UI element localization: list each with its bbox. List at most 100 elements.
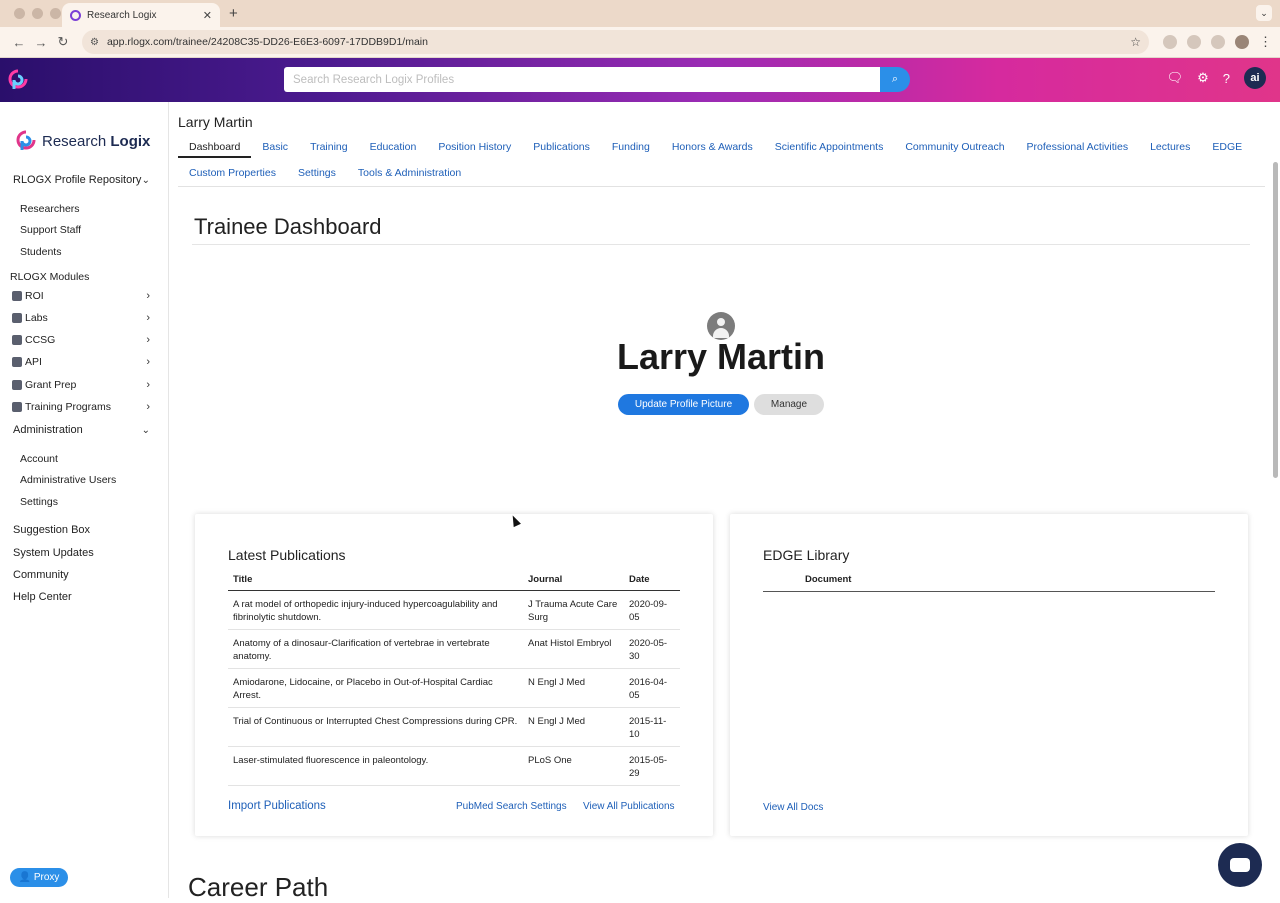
gear-icon[interactable]: ⚙ [1197, 70, 1209, 86]
sidebar-item-suggestion-box[interactable]: Suggestion Box [13, 524, 90, 536]
cube-icon [12, 335, 22, 345]
brand-name: Research Logix [42, 132, 151, 150]
tab-edge[interactable]: EDGE [1201, 136, 1253, 158]
minimize-window-dot[interactable] [32, 8, 43, 19]
publication-title: A rat model of orthopedic injury-induced… [228, 590, 523, 630]
tab-education[interactable]: Education [359, 136, 428, 158]
view-all-publications-link[interactable]: View All Publications [583, 801, 675, 812]
publication-date: 2015-05-29 [624, 746, 680, 786]
rlogx-logo-icon[interactable] [8, 69, 28, 91]
sidebar-item-grant-prep[interactable]: Grant Prep › [12, 379, 150, 391]
browser-menu-icon[interactable]: ⋮ [1259, 34, 1272, 50]
tab-basic[interactable]: Basic [251, 136, 299, 158]
tab-settings[interactable]: Settings [287, 162, 347, 184]
sidebar-item-system-updates[interactable]: System Updates [13, 547, 94, 559]
puzzle-extensions-icon[interactable] [1211, 35, 1225, 49]
back-icon[interactable]: ← [8, 35, 30, 50]
sidebar-administration-toggle[interactable]: Administration ⌄ [13, 424, 150, 436]
search-button[interactable]: ⌕ [880, 67, 910, 92]
help-icon[interactable]: ? [1223, 71, 1230, 86]
table-row[interactable]: Trial of Continuous or Interrupted Chest… [228, 707, 680, 747]
publication-date: 2020-09-05 [624, 590, 680, 630]
url-field[interactable]: ⚙ app.rlogx.com/trainee/24208C35-DD26-E6… [82, 30, 1149, 54]
app-header: ⌕ 🗨 ⚙ ? ai [0, 58, 1280, 102]
table-row[interactable]: A rat model of orthopedic injury-induced… [228, 590, 680, 630]
close-tab-icon[interactable]: ✕ [203, 9, 212, 22]
rlogx-mark-icon [16, 130, 36, 150]
sidebar-item-label: CCSG [25, 334, 56, 346]
view-all-docs-link[interactable]: View All Docs [763, 802, 823, 813]
tab-position-history[interactable]: Position History [427, 136, 522, 158]
tab-publications[interactable]: Publications [522, 136, 601, 158]
import-publications-link[interactable]: Import Publications [228, 800, 326, 812]
sidebar-item-training-programs[interactable]: Training Programs › [12, 401, 150, 413]
browser-profile-avatar[interactable] [1235, 35, 1249, 49]
cube-icon [12, 313, 22, 323]
sidebar-item-roi[interactable]: ROI › [12, 290, 150, 302]
publication-title: Anatomy of a dinosaur-Clarification of v… [228, 629, 523, 669]
scrollbar[interactable] [1273, 162, 1278, 478]
forward-icon[interactable]: → [30, 35, 52, 50]
table-header-row: Title Journal Date [228, 572, 680, 591]
publication-date: 2020-05-30 [624, 629, 680, 669]
maximize-window-dot[interactable] [50, 8, 61, 19]
new-tab-icon[interactable]: + [229, 5, 238, 22]
sidebar-item-settings[interactable]: Settings [20, 496, 58, 508]
chevron-right-icon: › [146, 356, 150, 368]
sidebar-item-account[interactable]: Account [20, 453, 58, 465]
search-input[interactable] [284, 67, 880, 92]
tab-tools-administration[interactable]: Tools & Administration [347, 162, 472, 184]
tab-funding[interactable]: Funding [601, 136, 661, 158]
sidebar-item-researchers[interactable]: Researchers [20, 203, 80, 215]
sidebar-item-labs[interactable]: Labs › [12, 312, 150, 324]
bookmark-star-icon[interactable]: ☆ [1130, 35, 1141, 49]
browser-tab-title: Research Logix [87, 9, 157, 21]
extension-icon[interactable] [1163, 35, 1177, 49]
publication-journal: PLoS One [523, 746, 624, 786]
tab-professional-activities[interactable]: Professional Activities [1016, 136, 1140, 158]
sidebar-item-api[interactable]: API › [12, 356, 150, 368]
chat-widget-button[interactable] [1218, 843, 1262, 887]
sidebar-repository-toggle[interactable]: RLOGX Profile Repository ⌄ [13, 174, 150, 186]
site-info-icon[interactable]: ⚙ [90, 37, 99, 48]
tab-community-outreach[interactable]: Community Outreach [894, 136, 1015, 158]
proxy-button[interactable]: 👤 Proxy [10, 868, 68, 887]
tab-dashboard[interactable]: Dashboard [178, 136, 252, 158]
user-icon: 👤 [18, 872, 32, 883]
profile-tabs-row-1: Dashboard Basic Training Education Posit… [178, 136, 1253, 158]
column-header-journal: Journal [523, 572, 624, 591]
sidebar-item-community[interactable]: Community [13, 569, 69, 581]
tab-lectures[interactable]: Lectures [1139, 136, 1201, 158]
tab-custom-properties[interactable]: Custom Properties [178, 162, 287, 184]
tab-list-chevron-icon[interactable]: ⌄ [1256, 5, 1272, 21]
reload-icon[interactable]: ↻ [52, 34, 74, 50]
publication-date: 2016-04-05 [624, 668, 680, 708]
sidebar: Research Logix RLOGX Profile Repository … [0, 102, 169, 898]
update-profile-picture-button[interactable]: Update Profile Picture [618, 394, 749, 415]
tab-training[interactable]: Training [299, 136, 359, 158]
publication-journal: Anat Histol Embryol [523, 629, 624, 669]
sidebar-item-help-center[interactable]: Help Center [13, 591, 72, 603]
close-window-dot[interactable] [14, 8, 25, 19]
pubmed-search-settings-link[interactable]: PubMed Search Settings [456, 801, 567, 812]
tab-honors-awards[interactable]: Honors & Awards [661, 136, 764, 158]
chevron-right-icon: › [146, 312, 150, 324]
manage-button[interactable]: Manage [754, 394, 824, 415]
proxy-label: Proxy [33, 872, 60, 883]
sidebar-item-students[interactable]: Students [20, 246, 61, 258]
table-row[interactable]: Amiodarone, Lidocaine, or Placebo in Out… [228, 668, 680, 708]
sidebar-item-support-staff[interactable]: Support Staff [20, 224, 81, 236]
extension-icon[interactable] [1187, 35, 1201, 49]
browser-tab[interactable]: Research Logix ✕ [62, 3, 220, 27]
sidebar-item-ccsg[interactable]: CCSG › [12, 334, 150, 346]
table-row[interactable]: Anatomy of a dinosaur-Clarification of v… [228, 629, 680, 669]
sidebar-item-administrative-users[interactable]: Administrative Users [20, 474, 116, 486]
ai-assistant-button[interactable]: ai [1244, 67, 1266, 89]
brand-logo[interactable]: Research Logix [16, 130, 150, 152]
chevron-down-icon: ⌄ [141, 174, 150, 186]
table-row[interactable]: Laser-stimulated fluorescence in paleont… [228, 746, 680, 786]
chat-icon[interactable]: 🗨 [1167, 70, 1184, 86]
title-divider [192, 244, 1250, 245]
sidebar-item-label: API [25, 356, 42, 368]
tab-scientific-appointments[interactable]: Scientific Appointments [764, 136, 895, 158]
